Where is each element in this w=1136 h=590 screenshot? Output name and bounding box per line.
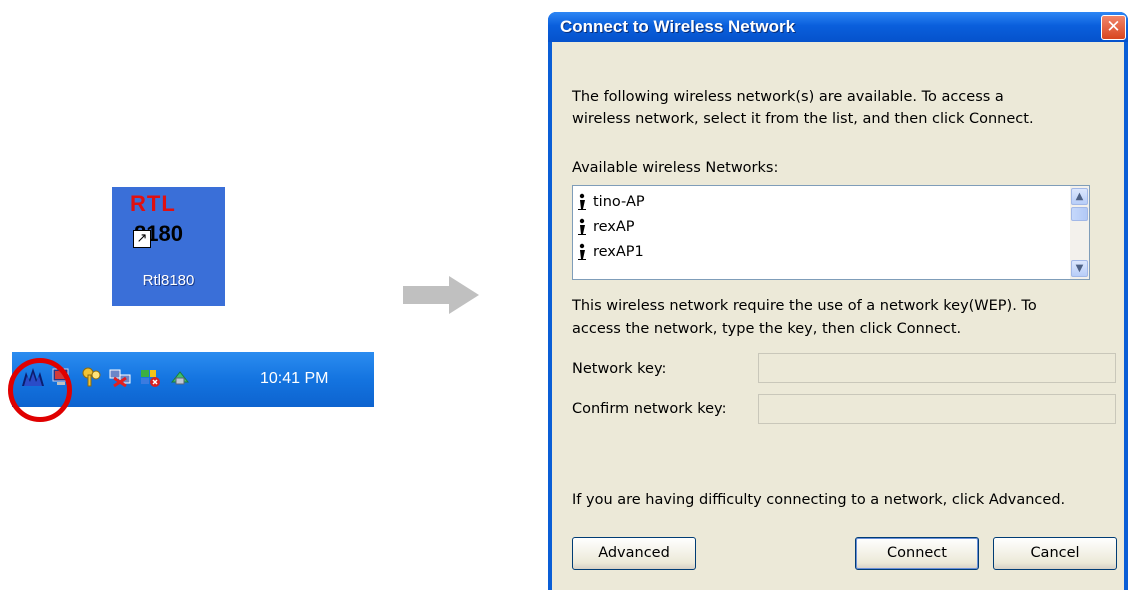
scroll-thumb[interactable] — [1071, 207, 1088, 221]
chevron-down-icon: ▼ — [1075, 263, 1084, 274]
network-name: tino-AP — [593, 194, 645, 210]
access-point-icon — [578, 243, 586, 260]
security-alert-tray-icon[interactable] — [138, 366, 162, 388]
right-arrow-icon — [403, 276, 479, 314]
difficulty-text: If you are having difficulty connecting … — [572, 492, 1066, 508]
intro-text-line1: The following wireless network(s) are av… — [572, 89, 1004, 105]
confirm-key-label: Confirm network key: — [572, 401, 727, 417]
dialog-titlebar[interactable]: Connect to Wireless Network ✕ — [548, 12, 1128, 42]
network-disconnected-tray-icon[interactable] — [108, 366, 132, 388]
tray-clock: 10:41 PM — [260, 370, 329, 387]
network-name: rexAP1 — [593, 244, 644, 260]
network-list[interactable]: tino-AP rexAP rexAP1 ▲ ▼ — [572, 185, 1090, 280]
dialog-body: The following wireless network(s) are av… — [552, 42, 1124, 590]
close-button[interactable]: ✕ — [1101, 15, 1126, 40]
network-key-label: Network key: — [572, 361, 667, 377]
confirm-key-field[interactable] — [758, 394, 1116, 424]
list-item[interactable]: rexAP1 — [573, 240, 1063, 265]
shortcut-arrow-icon: ↗ — [133, 230, 151, 248]
chevron-up-icon: ▲ — [1075, 191, 1084, 202]
network-name: rexAP — [593, 219, 635, 235]
list-item[interactable]: tino-AP — [573, 190, 1063, 215]
rtl8180-shortcut[interactable]: RTL 8180 ↗ Rtl8180 — [112, 187, 225, 306]
intro-text-line2: wireless network, select it from the lis… — [572, 111, 1034, 127]
scroll-down-button[interactable]: ▼ — [1071, 260, 1088, 277]
dialog-title: Connect to Wireless Network — [560, 17, 796, 36]
shortcut-label: Rtl8180 — [142, 272, 195, 289]
advanced-button[interactable]: Advanced — [572, 537, 696, 570]
available-networks-label: Available wireless Networks: — [572, 160, 779, 176]
network-key-field[interactable] — [758, 353, 1116, 383]
rtl-logo-top: RTL — [130, 191, 176, 216]
connect-button[interactable]: Connect — [855, 537, 979, 570]
cancel-button[interactable]: Cancel — [993, 537, 1117, 570]
close-icon: ✕ — [1106, 17, 1121, 37]
wep-text-line1: This wireless network require the use of… — [572, 298, 1037, 314]
access-point-icon — [578, 218, 586, 235]
connect-wireless-dialog: Connect to Wireless Network ✕ The follow… — [548, 12, 1128, 590]
network-list-scrollbar[interactable]: ▲ ▼ — [1070, 186, 1089, 279]
connection-tray-icon[interactable] — [168, 366, 192, 388]
list-item[interactable]: rexAP — [573, 215, 1063, 240]
keys-tray-icon[interactable] — [80, 366, 104, 388]
highlight-circle — [8, 358, 72, 422]
wep-text-line2: access the network, type the key, then c… — [572, 321, 962, 337]
access-point-icon — [578, 193, 586, 210]
scroll-up-button[interactable]: ▲ — [1071, 188, 1088, 205]
